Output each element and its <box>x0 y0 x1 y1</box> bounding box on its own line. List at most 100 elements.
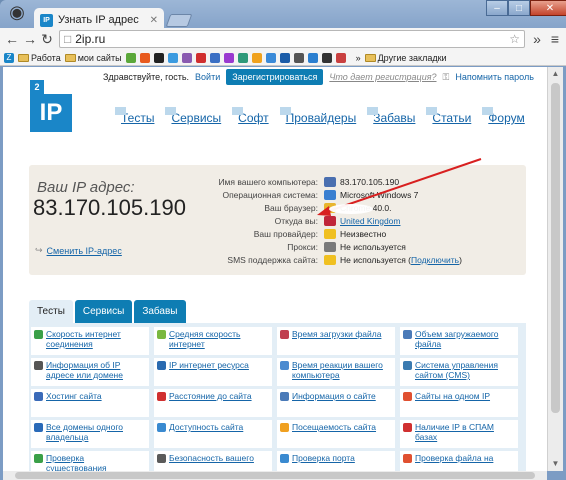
service-item[interactable]: Средняя скорость интернет <box>154 327 272 355</box>
service-link[interactable]: Время загрузки файла <box>292 329 381 353</box>
tab-0[interactable]: Тесты <box>29 300 73 323</box>
menu-item[interactable]: Софт <box>232 107 269 125</box>
scroll-down-icon[interactable]: ▼ <box>548 457 563 471</box>
vertical-scrollbar[interactable]: ▲ ▼ <box>547 67 563 471</box>
service-item[interactable]: Скорость интернет соединения <box>31 327 149 355</box>
remind-password-link[interactable]: Напомнить пароль <box>455 72 534 82</box>
horizontal-scrollbar[interactable] <box>3 471 547 480</box>
address-bar[interactable]: □ 2ip.ru ☆ <box>59 30 525 48</box>
bookmark-icon[interactable] <box>293 52 304 63</box>
tab-1[interactable]: Сервисы <box>74 300 133 323</box>
menu-item[interactable]: Забавы <box>367 107 415 125</box>
bookmark-icon[interactable] <box>321 52 332 63</box>
scroll-up-icon[interactable]: ▲ <box>548 67 563 81</box>
bookmark-icon[interactable] <box>223 52 234 63</box>
bookmark-icon[interactable] <box>167 52 178 63</box>
maximize-button[interactable]: □ <box>508 0 530 16</box>
bookmark-icon[interactable] <box>153 52 164 63</box>
service-item[interactable]: Все домены одного владельца <box>31 420 149 448</box>
menu-item-label[interactable]: Провайдеры <box>286 111 357 125</box>
menu-item[interactable]: Статьи <box>426 107 471 125</box>
bookmark-icon[interactable] <box>335 52 346 63</box>
change-ip-link[interactable]: ↪ Сменить IP-адрес <box>35 245 122 256</box>
info-link[interactable]: United Kingdom <box>340 216 400 226</box>
service-link[interactable]: Система управления сайтом (CMS) <box>415 360 515 384</box>
bookmark-icon[interactable] <box>139 52 150 63</box>
menu-item-label[interactable]: Сервисы <box>171 111 221 125</box>
service-item[interactable]: Проверка существования <box>31 451 149 471</box>
scroll-thumb[interactable] <box>551 83 560 413</box>
menu-item[interactable]: Сервисы <box>165 107 221 125</box>
extensions-overflow-icon[interactable]: » <box>531 31 543 47</box>
service-item[interactable]: Хостинг сайта <box>31 389 149 417</box>
service-link[interactable]: Средняя скорость интернет <box>169 329 269 353</box>
service-link[interactable]: Информация о сайте <box>292 391 376 415</box>
menu-item-label[interactable]: Статьи <box>432 111 471 125</box>
service-link[interactable]: Хостинг сайта <box>46 391 102 415</box>
service-item[interactable]: Информация об IP адресе или домене <box>31 358 149 386</box>
menu-item[interactable]: Тесты <box>115 107 154 125</box>
service-item[interactable]: Время загрузки файла <box>277 327 395 355</box>
bookmark-icon[interactable] <box>251 52 262 63</box>
service-item[interactable]: Время реакции вашего компьютера <box>277 358 395 386</box>
tab-close-icon[interactable]: ✕ <box>150 15 158 26</box>
bookmark-icon[interactable] <box>209 52 220 63</box>
change-ip-text[interactable]: Сменить IP-адрес <box>47 246 122 256</box>
bookmark-icon[interactable] <box>279 52 290 63</box>
service-item[interactable]: Расстояние до сайта <box>154 389 272 417</box>
service-link[interactable]: Проверка порта <box>292 453 355 471</box>
site-logo[interactable]: 2 IP <box>30 80 72 132</box>
apps-icon[interactable]: Z <box>4 52 14 63</box>
bookmark-star-icon[interactable]: ☆ <box>509 32 520 46</box>
service-link[interactable]: Доступность сайта <box>169 422 243 446</box>
service-link[interactable]: Время реакции вашего компьютера <box>292 360 392 384</box>
service-item[interactable]: Сайты на одном IP <box>400 389 518 417</box>
close-window-button[interactable]: ✕ <box>530 0 566 16</box>
bookmarks-more-button[interactable]: » <box>356 53 361 63</box>
menu-item[interactable]: Форум <box>482 107 525 125</box>
service-link[interactable]: IP интернет ресурса <box>169 360 249 384</box>
service-item[interactable]: Посещаемость сайта <box>277 420 395 448</box>
why-register-link[interactable]: Что дает регистрация? <box>329 72 436 82</box>
service-link[interactable]: Сайты на одном IP <box>415 391 490 415</box>
service-item[interactable]: Наличие IP в СПАМ базах <box>400 420 518 448</box>
bookmark-folder[interactable]: мои сайты <box>64 53 122 63</box>
other-bookmarks-folder[interactable]: Другие закладки <box>364 53 447 63</box>
service-item[interactable]: Проверка файла на <box>400 451 518 471</box>
forward-arrow-icon[interactable]: → <box>23 31 37 47</box>
service-item[interactable]: Безопасность вашего <box>154 451 272 471</box>
service-link[interactable]: Все домены одного владельца <box>46 422 146 446</box>
menu-icon[interactable]: ≡ <box>549 31 561 47</box>
service-link[interactable]: Расстояние до сайта <box>169 391 252 415</box>
minimize-button[interactable]: – <box>486 0 508 16</box>
service-link[interactable]: Скорость интернет соединения <box>46 329 146 353</box>
service-link[interactable]: Информация об IP адресе или домене <box>46 360 146 384</box>
menu-item-label[interactable]: Забавы <box>373 111 415 125</box>
service-item[interactable]: IP интернет ресурса <box>154 358 272 386</box>
register-button[interactable]: Зарегистрироваться <box>226 69 324 85</box>
bookmark-icon[interactable] <box>237 52 248 63</box>
connect-link[interactable]: Подключить <box>411 255 459 265</box>
service-item[interactable]: Доступность сайта <box>154 420 272 448</box>
service-link[interactable]: Наличие IP в СПАМ базах <box>415 422 515 446</box>
service-link[interactable]: Посещаемость сайта <box>292 422 376 446</box>
reload-icon[interactable]: ↻ <box>41 31 53 48</box>
back-arrow-icon[interactable]: ← <box>5 31 19 47</box>
service-item[interactable]: Объем загружаемого файла <box>400 327 518 355</box>
service-item[interactable]: Информация о сайте <box>277 389 395 417</box>
menu-item[interactable]: Провайдеры <box>279 107 357 125</box>
bookmark-icon[interactable] <box>265 52 276 63</box>
bookmark-icon[interactable] <box>195 52 206 63</box>
tab-2[interactable]: Забавы <box>134 300 186 323</box>
hscroll-thumb[interactable] <box>15 472 535 479</box>
service-item[interactable]: Система управления сайтом (CMS) <box>400 358 518 386</box>
new-tab-button[interactable] <box>165 14 193 27</box>
service-link[interactable]: Объем загружаемого файла <box>415 329 515 353</box>
menu-item-label[interactable]: Форум <box>488 111 524 125</box>
service-link[interactable]: Проверка файла на <box>415 453 493 471</box>
bookmark-icon[interactable] <box>125 52 136 63</box>
service-item[interactable]: Проверка порта <box>277 451 395 471</box>
menu-item-label[interactable]: Тесты <box>121 111 154 125</box>
service-link[interactable]: Проверка существования <box>46 453 146 471</box>
service-link[interactable]: Безопасность вашего <box>169 453 254 471</box>
